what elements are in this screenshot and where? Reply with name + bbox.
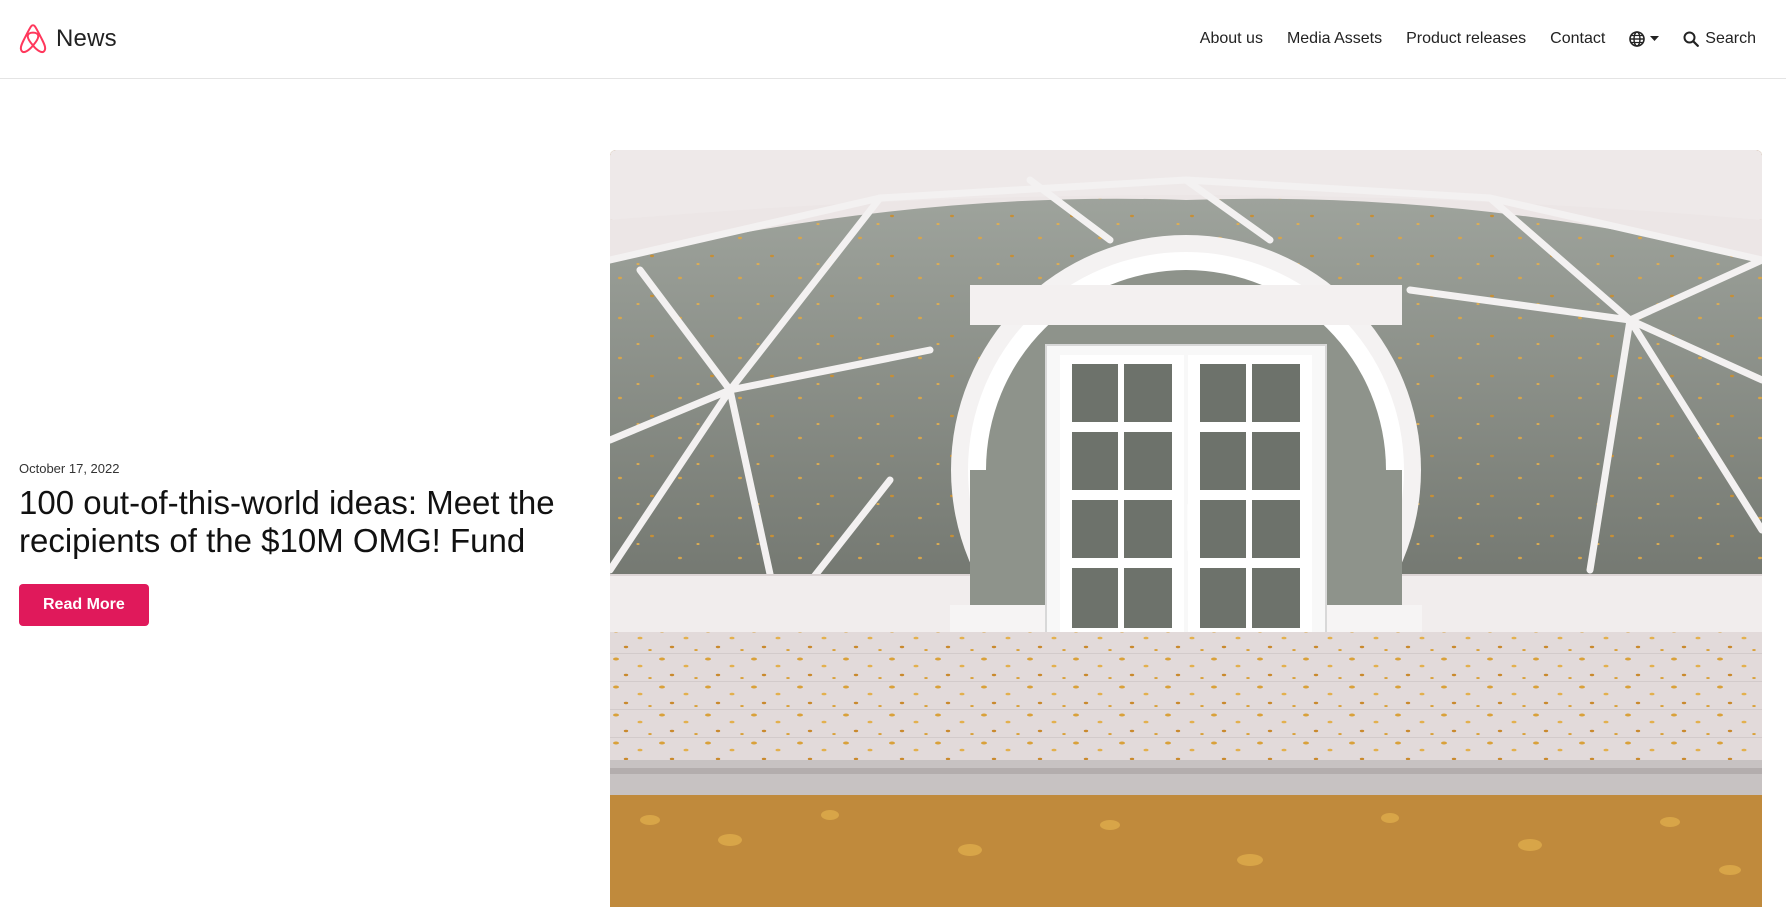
nav-about-us[interactable]: About us xyxy=(1200,30,1263,48)
caret-down-icon xyxy=(1650,36,1660,41)
nav-product-releases[interactable]: Product releases xyxy=(1406,30,1526,48)
airbnb-logo-icon xyxy=(19,24,47,54)
geodesic-dome-photo xyxy=(610,150,1762,907)
featured-story-image[interactable] xyxy=(610,150,1762,907)
main-nav: About us Media Assets Product releases C… xyxy=(1200,24,1756,54)
story-headline[interactable]: 100 out-of-this-world ideas: Meet the re… xyxy=(19,484,579,560)
nav-media-assets[interactable]: Media Assets xyxy=(1287,30,1382,48)
search-label: Search xyxy=(1705,30,1756,47)
globe-icon xyxy=(1629,31,1646,47)
brand-name: News xyxy=(56,25,117,52)
story-date: October 17, 2022 xyxy=(19,461,120,476)
site-header: News About us Media Assets Product relea… xyxy=(0,0,1786,79)
nav-contact[interactable]: Contact xyxy=(1550,30,1605,48)
search-icon xyxy=(1683,31,1700,47)
language-selector[interactable] xyxy=(1629,31,1660,47)
read-more-button[interactable]: Read More xyxy=(19,584,149,626)
featured-story: October 17, 2022 100 out-of-this-world i… xyxy=(19,461,579,626)
search-button[interactable]: Search xyxy=(1683,30,1756,48)
brand-home-link[interactable]: News xyxy=(19,22,117,56)
